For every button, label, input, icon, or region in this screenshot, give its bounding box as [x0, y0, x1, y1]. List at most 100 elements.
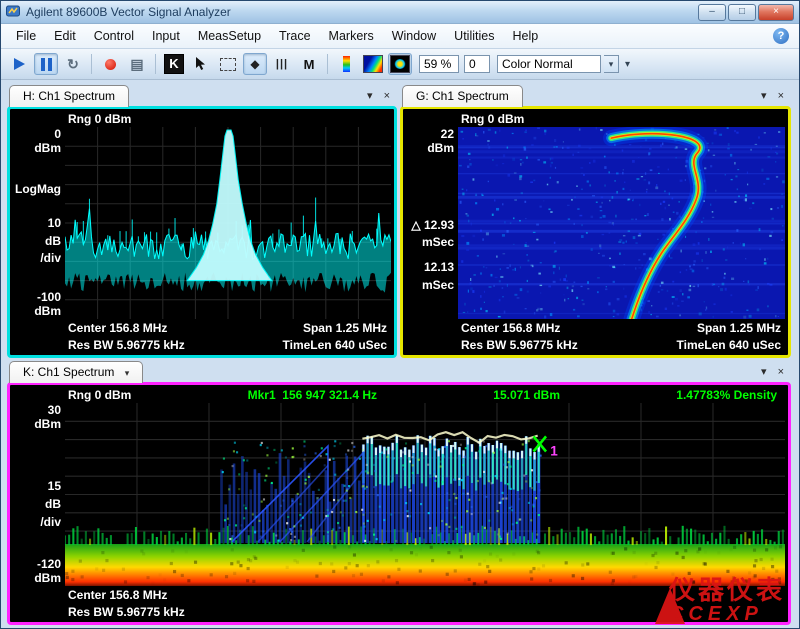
density-button[interactable]	[388, 53, 412, 75]
offset-input[interactable]: 0	[464, 55, 490, 73]
menu-trace[interactable]: Trace	[270, 26, 320, 46]
panel-collapse-icon[interactable]: ▾	[367, 89, 373, 103]
close-button[interactable]: ×	[758, 4, 794, 21]
watermark-line2: CCEXP	[669, 604, 785, 624]
center-freq-label: Center 156.8 MHz	[68, 321, 167, 335]
spectrogram-button[interactable]	[361, 53, 385, 75]
y-label: dBm	[11, 418, 61, 431]
player-button[interactable]: ▤	[125, 53, 149, 75]
play-button[interactable]	[7, 53, 31, 75]
y-label: dB	[11, 498, 61, 511]
resbw-label: Res BW 5.96775 kHz	[461, 338, 578, 352]
pointer-icon	[195, 57, 207, 71]
menu-input[interactable]: Input	[143, 26, 189, 46]
resbw-label: Res BW 5.96775 kHz	[68, 338, 185, 352]
y-label: dBm	[11, 572, 61, 585]
y-label: 22	[404, 128, 454, 141]
panel-h-body: Rng 0 dBm 0 dBm LogMag 10 dB /div -100 d…	[7, 106, 397, 358]
marker-diamond-icon: ◆	[250, 57, 259, 71]
colorbar-button[interactable]	[334, 53, 358, 75]
y-label: 12.13	[404, 261, 454, 274]
persistence-percent-input[interactable]: 59 %	[419, 55, 459, 73]
marker-readout-row: Rng 0 dBm Mkr1 156 947 321.4 Hz 15.071 d…	[11, 386, 785, 403]
active-trace-button[interactable]: K	[162, 53, 186, 75]
menu-window[interactable]: Window	[383, 26, 445, 46]
menu-markers[interactable]: Markers	[320, 26, 383, 46]
range-label: Rng 0 dBm	[68, 388, 131, 402]
tab-k-ch1-spectrum[interactable]: K: Ch1 Spectrum ▾	[9, 361, 143, 383]
band-markers-button[interactable]: |||	[270, 53, 294, 75]
menu-bar: File Edit Control Input MeasSetup Trace …	[1, 24, 799, 49]
y-axis-k: 30 dBm 15 dB /div -120 dBm	[11, 403, 65, 586]
tab-h-ch1-spectrum[interactable]: H: Ch1 Spectrum	[9, 85, 129, 107]
y-label: -100	[11, 291, 61, 304]
y-label: 30	[11, 404, 61, 417]
y-label: 15	[11, 480, 61, 493]
y-label: 0	[11, 128, 61, 141]
tab-g-ch1-spectrum[interactable]: G: Ch1 Spectrum	[402, 85, 523, 107]
band-markers-icon: |||	[276, 58, 288, 70]
y-label: mSec	[404, 236, 454, 249]
panel-collapse-icon[interactable]: ▾	[761, 365, 767, 379]
app-window: Agilent 89600B Vector Signal Analyzer – …	[0, 0, 800, 629]
marker-level-readout: 15.071 dBm	[493, 388, 560, 402]
record-button[interactable]	[98, 53, 122, 75]
spectrogram-plot-g[interactable]	[458, 127, 785, 319]
minimize-button[interactable]: –	[698, 4, 726, 21]
zoom-select-button[interactable]	[216, 53, 240, 75]
y-label: 10	[11, 217, 61, 230]
range-label: Rng 0 dBm	[11, 110, 391, 127]
color-mode-select[interactable]: Color Normal	[497, 55, 601, 73]
active-trace-icon: K	[164, 54, 184, 74]
timelen-label: TimeLen 640 uSec	[677, 338, 782, 352]
y-label: △ 12.93	[404, 219, 454, 232]
tab-label: K: Ch1 Spectrum	[23, 365, 114, 379]
y-label: LogMag	[11, 183, 61, 196]
y-label: mSec	[404, 279, 454, 292]
restart-button[interactable]: ↻	[61, 53, 85, 75]
menu-file[interactable]: File	[7, 26, 45, 46]
pause-icon	[41, 58, 52, 71]
panel-collapse-icon[interactable]: ▾	[761, 89, 767, 103]
toolbar-separator	[327, 54, 328, 74]
restart-icon: ↻	[67, 56, 79, 73]
range-label: Rng 0 dBm	[404, 110, 785, 127]
pointer-tool-button[interactable]	[189, 53, 213, 75]
color-mode-dropdown-icon[interactable]: ▾	[604, 55, 619, 73]
panel-close-icon[interactable]: ×	[778, 89, 784, 103]
help-icon[interactable]: ?	[773, 28, 789, 44]
colorbar-icon	[343, 56, 350, 72]
tab-dropdown-icon[interactable]: ▾	[125, 368, 130, 378]
density-icon	[390, 55, 410, 73]
panel-h-ch1-spectrum: H: Ch1 Spectrum ▾ × Rng 0 dBm 0 dBm LogM…	[7, 85, 397, 358]
title-bar: Agilent 89600B Vector Signal Analyzer – …	[1, 1, 799, 24]
maximize-button[interactable]: □	[728, 4, 756, 21]
player-icon: ▤	[130, 56, 143, 73]
menu-edit[interactable]: Edit	[45, 26, 85, 46]
marker-m-button[interactable]: M	[297, 53, 321, 75]
spectrum-plot-h[interactable]	[65, 127, 391, 319]
pause-button[interactable]	[34, 53, 58, 75]
menu-meassetup[interactable]: MeasSetup	[189, 26, 270, 46]
menu-utilities[interactable]: Utilities	[445, 26, 503, 46]
panel-close-icon[interactable]: ×	[384, 89, 390, 103]
panel-close-icon[interactable]: ×	[778, 365, 784, 379]
y-axis-g: 22 dBm △ 12.93 mSec 12.13 mSec	[404, 127, 458, 319]
y-label: dBm	[11, 142, 61, 155]
timelen-label: TimeLen 640 uSec	[283, 338, 388, 352]
toolbar-overflow-icon[interactable]: ▾	[625, 59, 630, 70]
y-label: dBm	[11, 305, 61, 318]
app-icon	[6, 5, 21, 19]
toolbar-separator	[155, 54, 156, 74]
work-area: H: Ch1 Spectrum ▾ × Rng 0 dBm 0 dBm LogM…	[1, 80, 799, 628]
center-freq-label: Center 156.8 MHz	[461, 321, 560, 335]
toolbar: ↻ ▤ K ◆ ||| M 59 % 0 Color Normal ▾ ▾	[1, 49, 799, 80]
menu-control[interactable]: Control	[85, 26, 143, 46]
marker-tool-button[interactable]: ◆	[243, 53, 267, 75]
selection-rect-icon	[220, 58, 236, 71]
y-label: /div	[11, 516, 61, 529]
span-label: Span 1.25 MHz	[697, 321, 781, 335]
svg-text:1: 1	[550, 444, 558, 459]
menu-help[interactable]: Help	[503, 26, 547, 46]
density-plot-k[interactable]: 1	[65, 403, 785, 586]
